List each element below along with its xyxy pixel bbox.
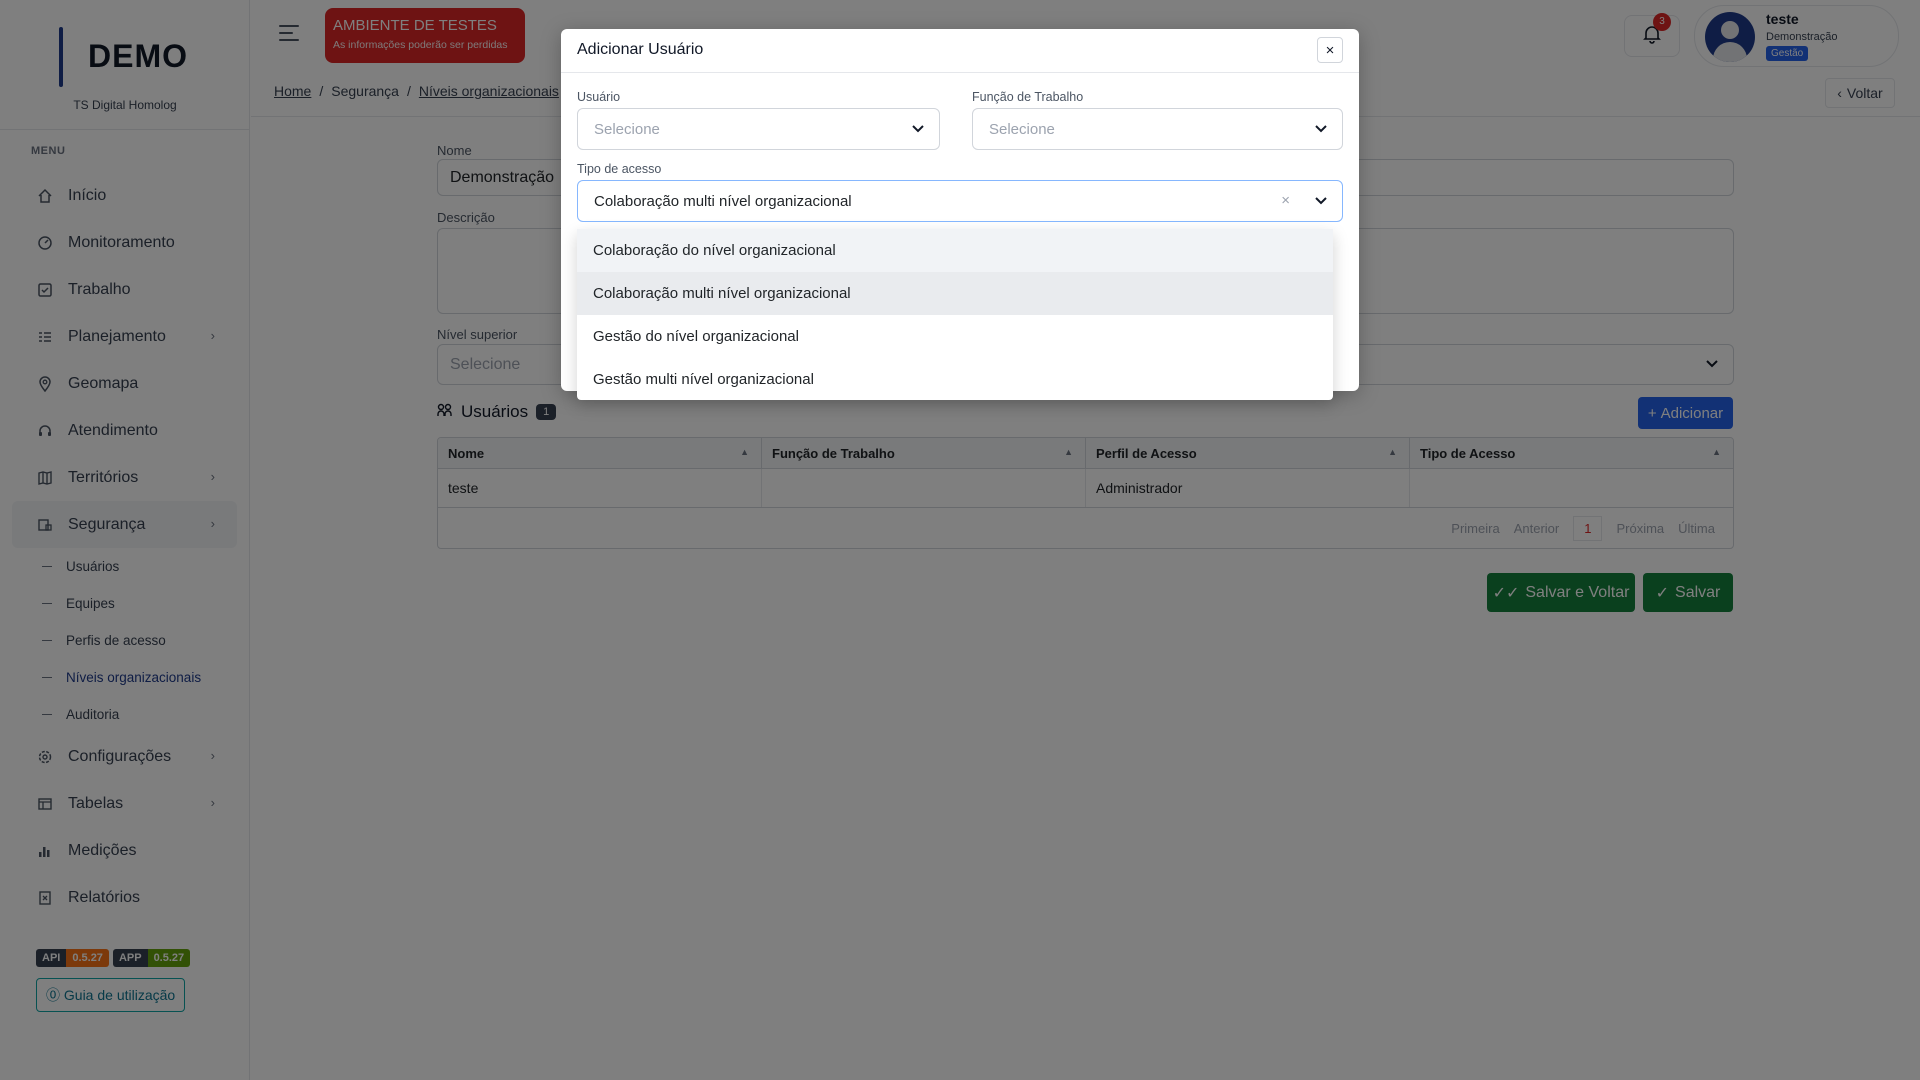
dropdown-option[interactable]: Colaboração do nível organizacional bbox=[577, 229, 1333, 272]
modal-title: Adicionar Usuário bbox=[577, 41, 704, 58]
dropdown-option[interactable]: Colaboração multi nível organizacional bbox=[577, 272, 1333, 315]
usuario-label: Usuário bbox=[577, 90, 621, 104]
usuario-placeholder: Selecione bbox=[594, 120, 660, 138]
tipo-acesso-label: Tipo de acesso bbox=[577, 162, 662, 176]
funcao-label: Função de Trabalho bbox=[972, 90, 1084, 104]
dropdown-option[interactable]: Gestão do nível organizacional bbox=[577, 315, 1333, 358]
tipo-acesso-value: Colaboração multi nível organizacional bbox=[594, 192, 852, 210]
funcao-select[interactable]: Selecione bbox=[972, 108, 1343, 150]
tipo-acesso-dropdown: Colaboração do nível organizacional Cola… bbox=[577, 229, 1333, 400]
clear-icon[interactable]: × bbox=[1281, 192, 1290, 209]
close-button[interactable]: × bbox=[1317, 37, 1343, 63]
tipo-acesso-select[interactable]: Colaboração multi nível organizacional × bbox=[577, 180, 1343, 222]
chevron-down-icon bbox=[1314, 193, 1328, 211]
chevron-down-icon bbox=[911, 121, 925, 139]
modal-header: Adicionar Usuário × bbox=[561, 29, 1359, 73]
usuario-select[interactable]: Selecione bbox=[577, 108, 940, 150]
close-icon: × bbox=[1325, 41, 1335, 59]
chevron-down-icon bbox=[1314, 121, 1328, 139]
dropdown-option[interactable]: Gestão multi nível organizacional bbox=[577, 358, 1333, 400]
funcao-placeholder: Selecione bbox=[989, 120, 1055, 138]
